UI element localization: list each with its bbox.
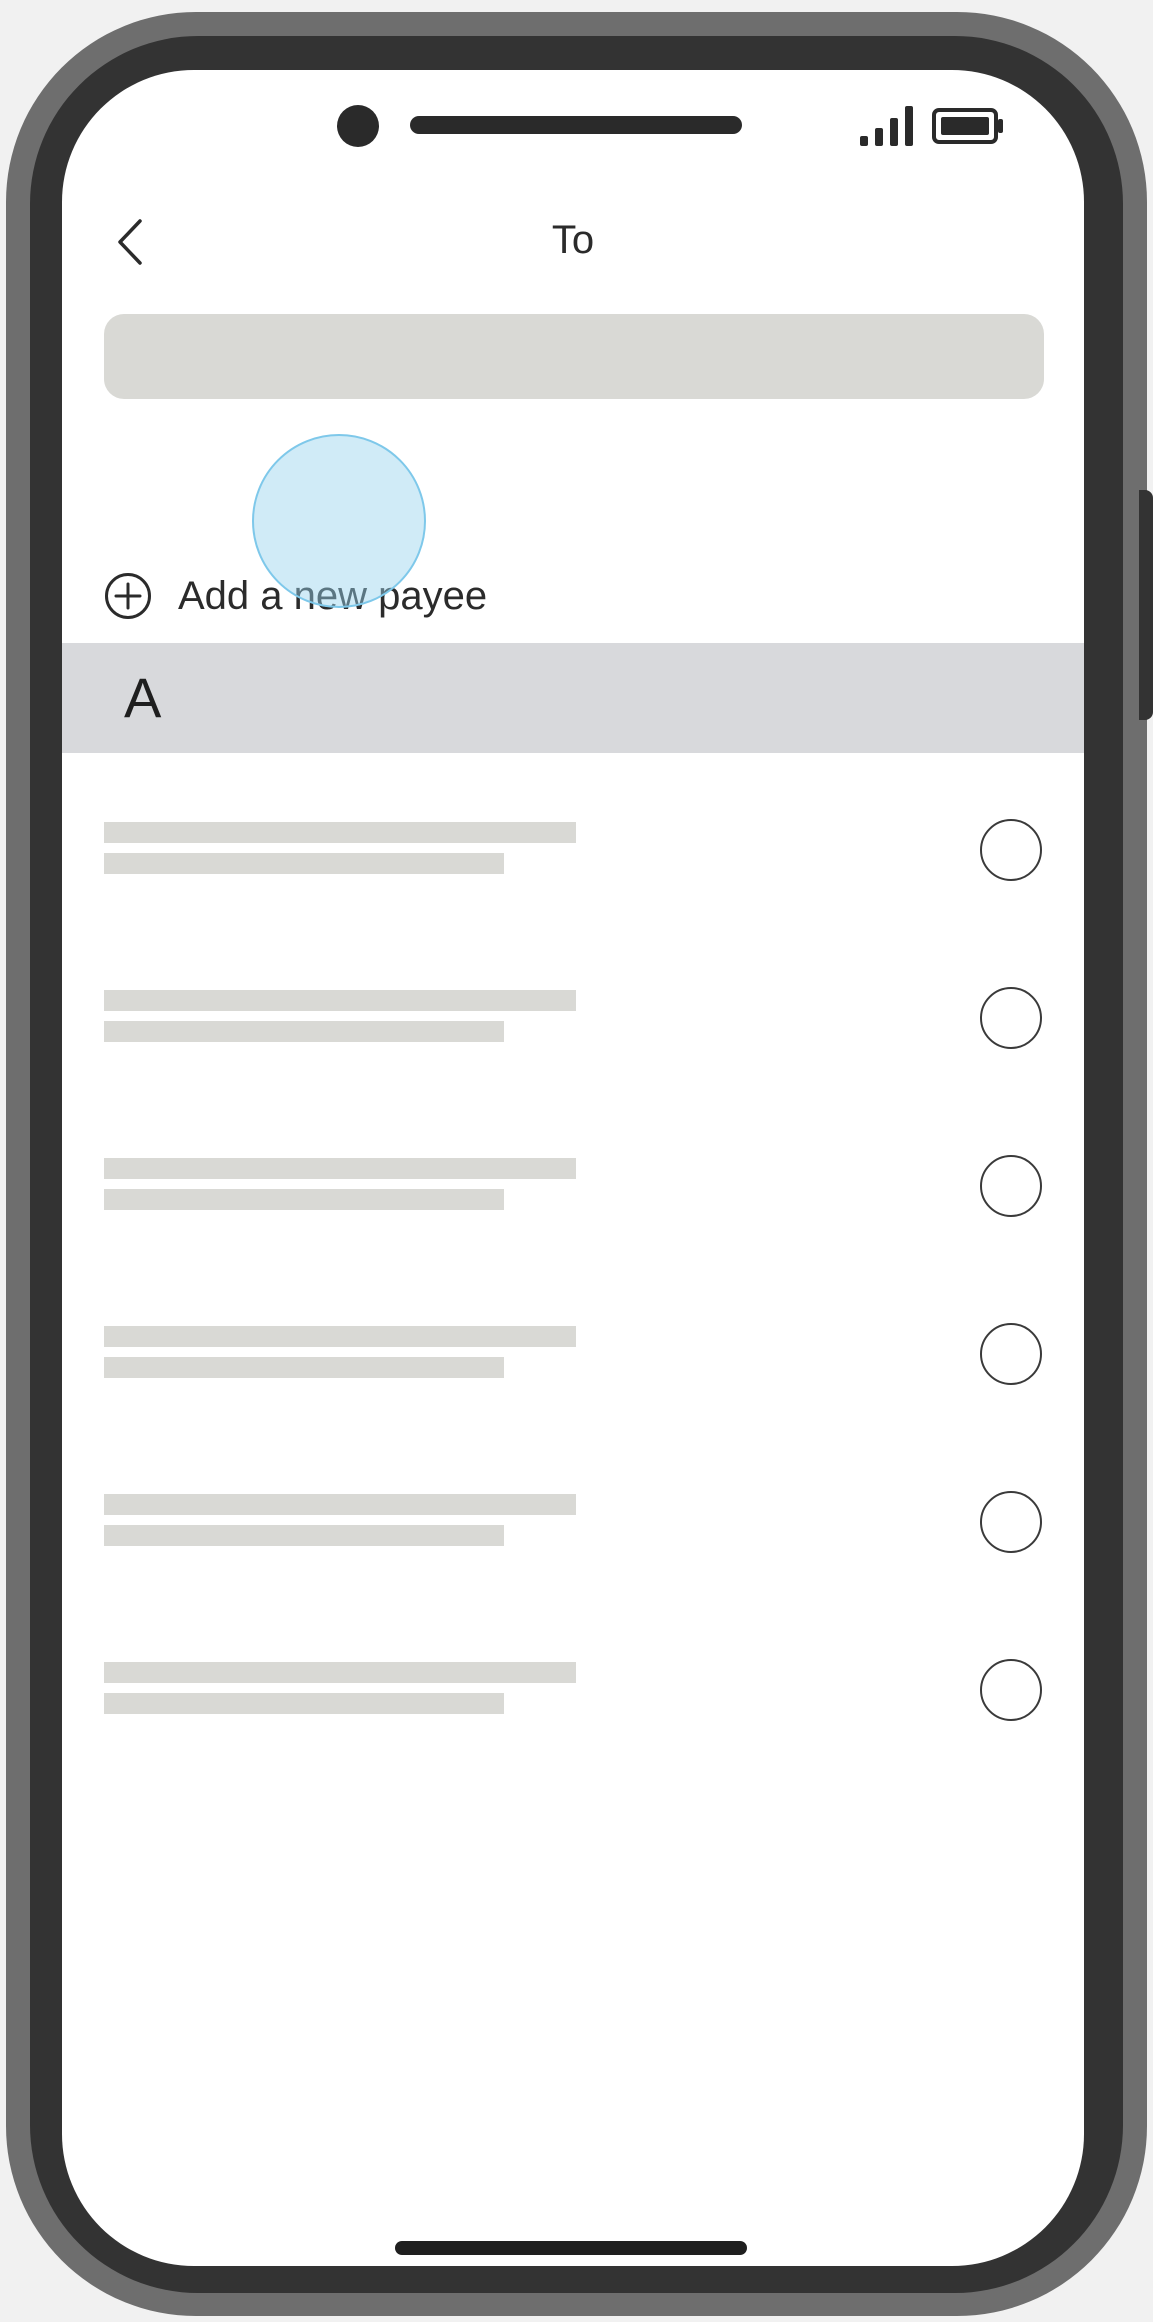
payee-radio-button[interactable] [980,819,1042,881]
payee-detail-placeholder [104,1021,504,1042]
touch-indicator [252,434,426,608]
page: To Add a new payee A [0,0,1153,2322]
phone-screen: To Add a new payee A [62,70,1084,2266]
payee-radio-button[interactable] [980,1155,1042,1217]
payee-name-placeholder [104,1494,576,1515]
phone-side-button [1139,490,1153,720]
plus-circle-icon [105,573,151,619]
payee-detail-placeholder [104,1525,504,1546]
payee-radio-button[interactable] [980,1491,1042,1553]
section-letter: A [124,666,162,729]
section-header: A [62,643,1084,753]
payee-radio-button[interactable] [980,1659,1042,1721]
payee-detail-placeholder [104,1693,504,1714]
home-indicator[interactable] [395,2241,747,2255]
cellular-signal-icon [860,106,913,146]
payee-name-placeholder [104,822,576,843]
page-title: To [551,218,595,262]
search-input[interactable] [104,314,1044,399]
payee-row[interactable] [62,1425,1084,1593]
payee-name-placeholder [104,1326,576,1347]
payee-detail-placeholder [104,1189,504,1210]
front-camera [337,105,379,147]
battery-icon [932,108,1003,144]
payee-detail-placeholder [104,1357,504,1378]
payee-detail-placeholder [104,853,504,874]
payee-name-placeholder [104,990,576,1011]
earpiece-speaker [410,116,742,134]
payee-radio-button[interactable] [980,987,1042,1049]
payee-name-placeholder [104,1662,576,1683]
payee-row[interactable] [62,753,1084,921]
payee-name-placeholder [104,1158,576,1179]
payee-row[interactable] [62,921,1084,1089]
payee-row[interactable] [62,1593,1084,1761]
payee-row[interactable] [62,1089,1084,1257]
payee-radio-button[interactable] [980,1323,1042,1385]
payee-row[interactable] [62,1257,1084,1425]
